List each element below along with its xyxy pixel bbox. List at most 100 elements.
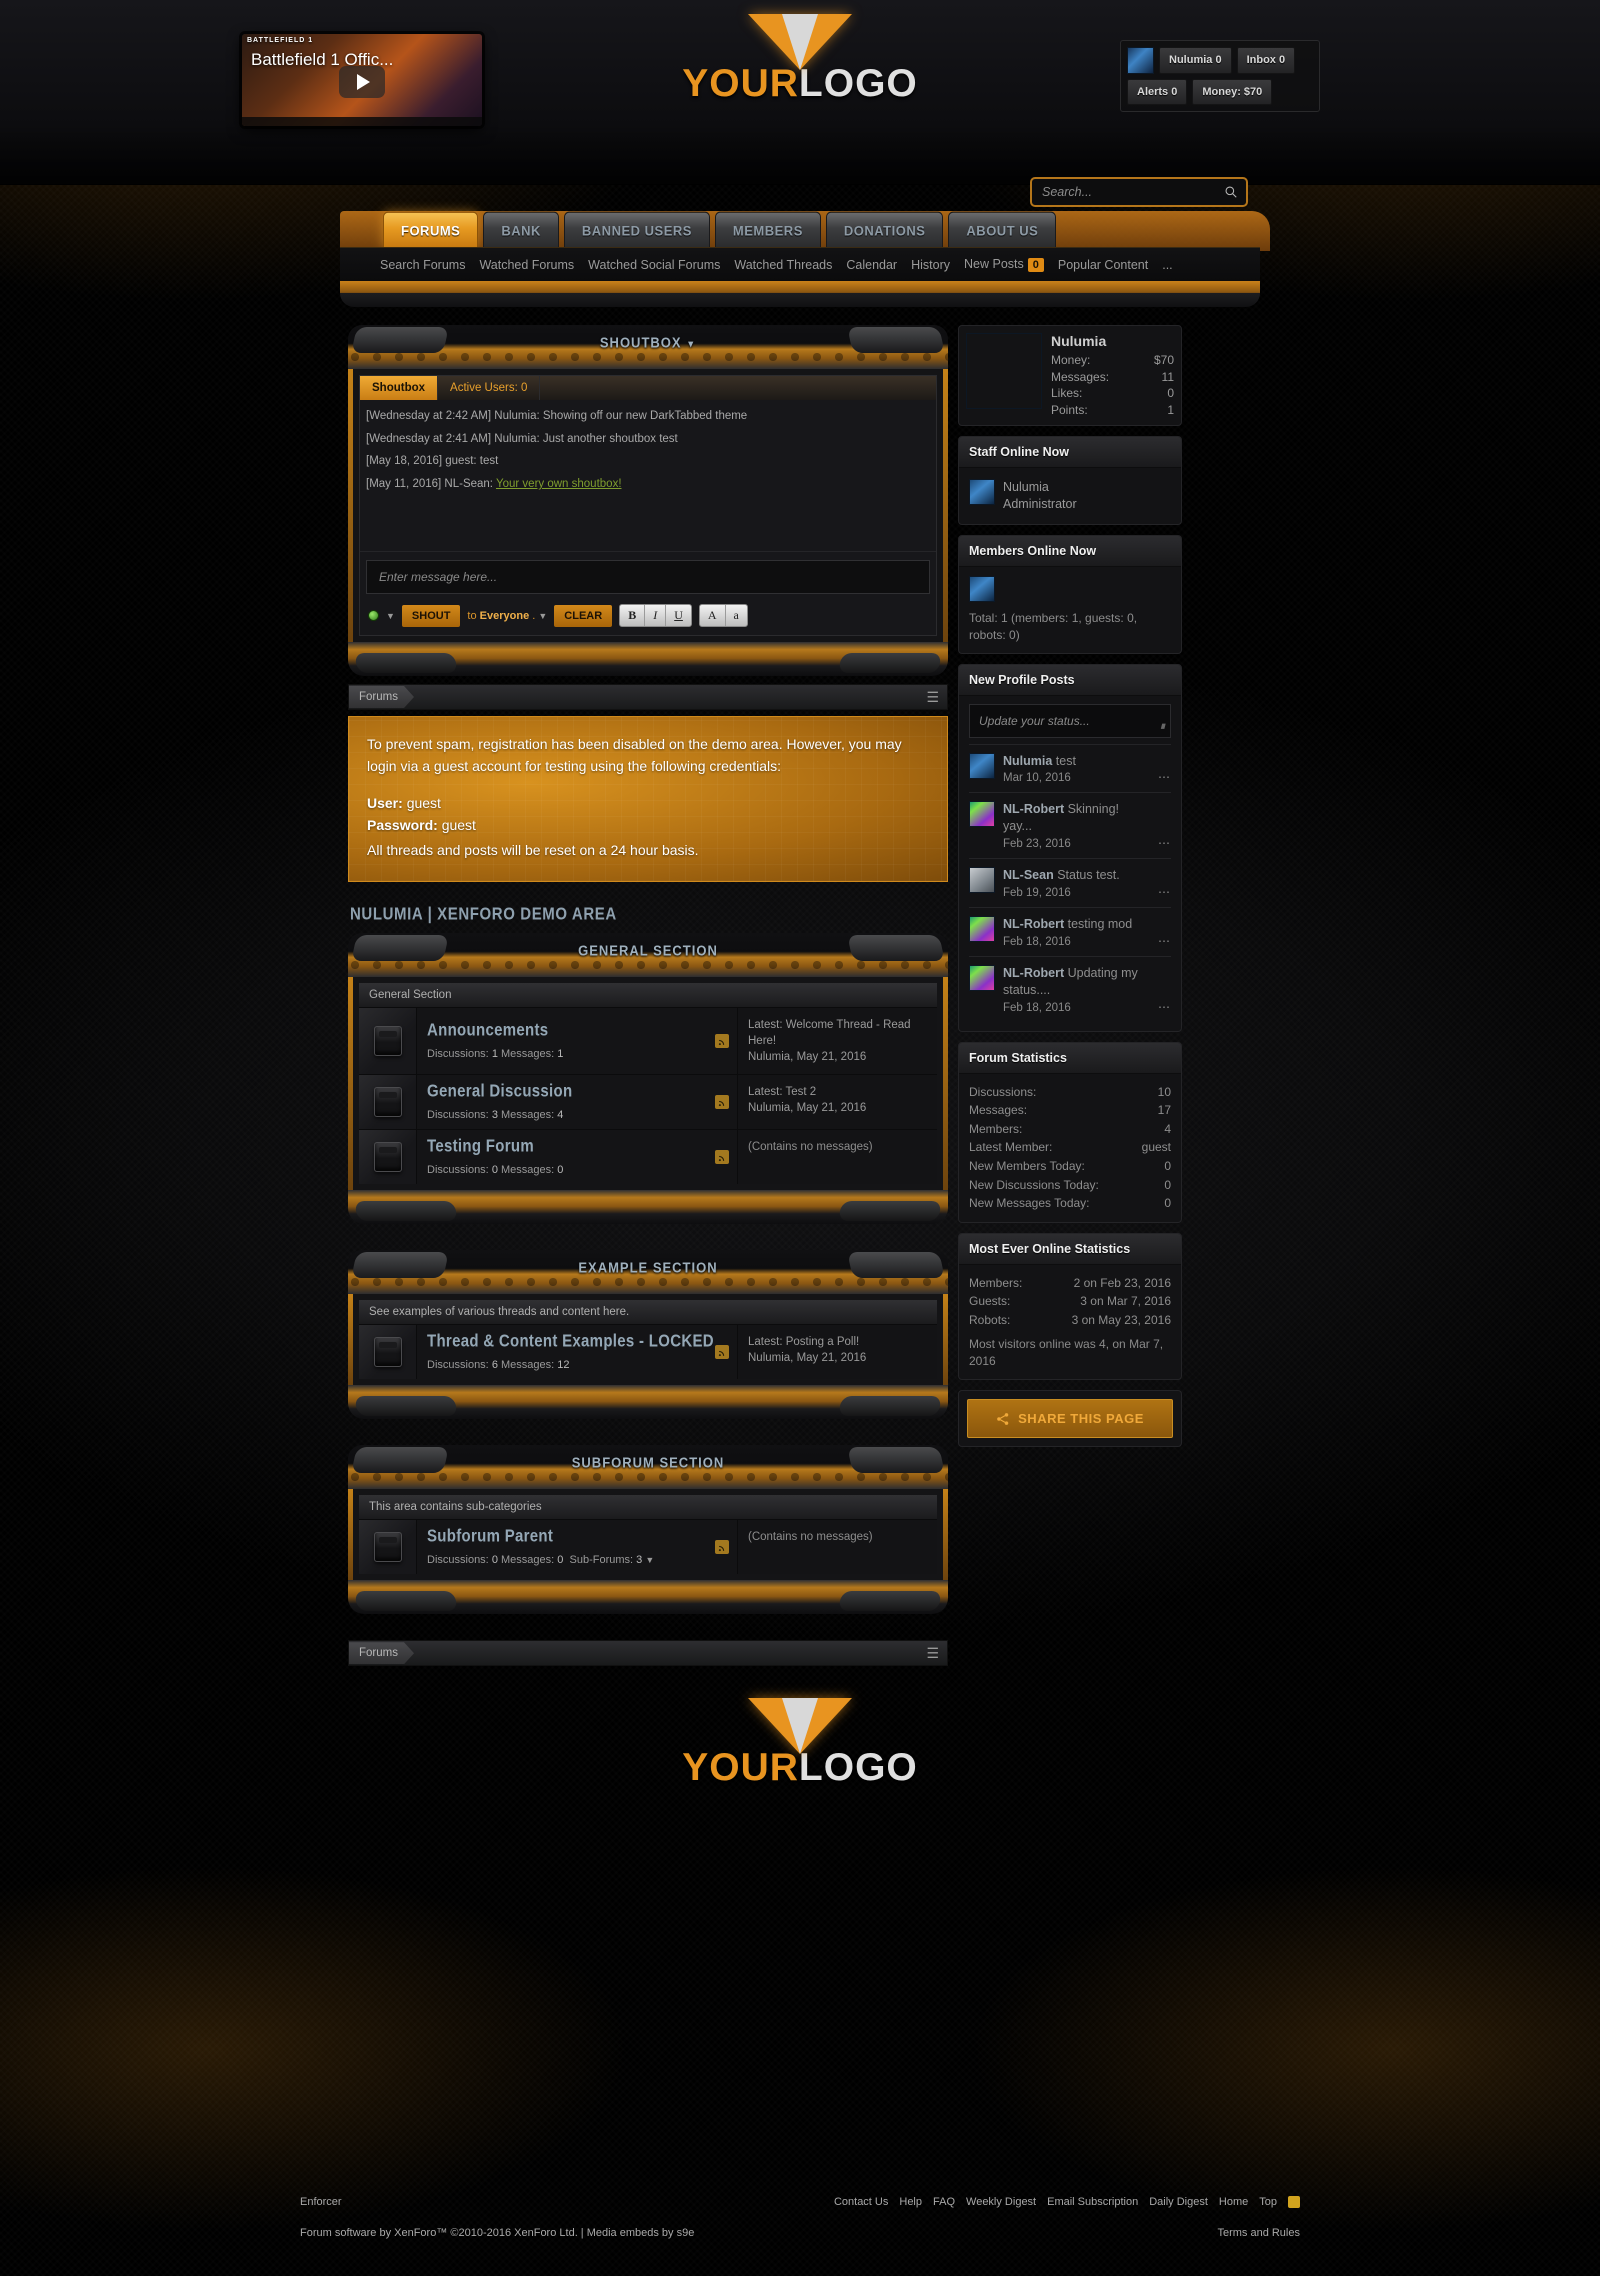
staff-member-row[interactable]: Nulumia Administrator [969,477,1171,515]
chevron-down-icon[interactable]: ▼ [686,338,696,350]
shoutbox-panel-title[interactable]: SHOUTBOX ▼ [600,325,696,351]
forum-title[interactable]: Testing Forum [427,1137,727,1157]
shoutbox-tab-1[interactable]: Active Users: 0 [438,376,541,400]
nav-tab-forums[interactable]: FORUMS [383,211,479,249]
breadcrumb-bottom-item-forums[interactable]: Forums [349,1642,414,1664]
avatar[interactable] [969,867,995,894]
forum-rss-button[interactable] [715,1540,729,1555]
subnav-item-watched-forums[interactable]: Watched Forums [479,258,574,272]
shoutbox-input[interactable] [377,569,919,585]
profile-post-more-icon[interactable]: ⋯ [1158,885,1171,899]
profile-post-user[interactable]: NL-Sean [1003,868,1054,882]
nav-tab-members[interactable]: MEMBERS [714,211,821,249]
subnav-item-new-posts[interactable]: New Posts 0 [964,257,1044,272]
footer-link-weekly-digest[interactable]: Weekly Digest [966,2196,1036,2208]
inbox-button[interactable]: Inbox 0 [1236,47,1296,74]
subnav-item-watched-social-forums[interactable]: Watched Social Forums [588,258,720,272]
profile-post-more-icon[interactable]: ⋯ [1158,836,1171,850]
shout-button[interactable]: SHOUT [401,604,461,627]
forum-title[interactable]: Announcements [427,1021,727,1041]
forum-title[interactable]: Thread & Content Examples - LOCKED [427,1332,727,1352]
profile-post-user[interactable]: NL-Robert [1003,917,1064,931]
share-this-page-button[interactable]: SHARE THIS PAGE [967,1399,1173,1439]
chevron-down-icon[interactable]: ▼ [645,1555,654,1565]
search-box[interactable] [1030,177,1248,207]
money-button[interactable]: Money: $70 [1192,79,1273,105]
clear-button[interactable]: CLEAR [554,604,613,627]
footer-link-email-subscription[interactable]: Email Subscription [1047,2196,1138,2208]
forum-title[interactable]: Subforum Parent [427,1527,727,1547]
avatar[interactable] [1127,47,1154,74]
footer-link-daily-digest[interactable]: Daily Digest [1149,2196,1208,2208]
shout-recipient[interactable]: to Everyone . ▼ [467,610,547,622]
subnav-item-watched-threads[interactable]: Watched Threads [734,258,832,272]
subnav-item-history[interactable]: History [911,258,950,272]
footer-link-faq[interactable]: FAQ [933,2196,955,2208]
forum-rss-button[interactable] [715,1034,729,1049]
search-icon[interactable] [1224,185,1238,199]
status-update-field[interactable]: Update your status... ▘ [969,703,1171,738]
avatar[interactable] [966,333,1042,409]
breadcrumb-menu-icon[interactable]: ☰ [926,689,947,706]
font-size-button[interactable]: a [726,605,747,626]
avatar[interactable] [969,479,995,506]
forum-last-title[interactable]: Test 2 [786,1086,817,1098]
search-input[interactable] [1040,184,1224,200]
italic-button[interactable]: I [645,605,667,626]
profile-post-more-icon[interactable]: ⋯ [1158,1000,1171,1014]
avatar[interactable] [969,916,995,943]
profile-post-user[interactable]: NL-Robert [1003,802,1064,816]
breadcrumb-bottom-menu-icon[interactable]: ☰ [926,1645,947,1662]
rss-icon[interactable] [1288,2196,1300,2208]
account-username-button[interactable]: Nulumia 0 [1159,47,1232,74]
forum-rss-button[interactable] [715,1150,729,1165]
shoutbox-tab-0[interactable]: Shoutbox [360,376,439,400]
forum-last-title[interactable]: Posting a Poll! [786,1336,860,1348]
bold-button[interactable]: B [620,605,646,626]
avatar[interactable] [969,801,995,828]
forum-title[interactable]: General Discussion [427,1082,727,1102]
footer-style-name[interactable]: Enforcer [300,2196,342,2208]
forum-rss-button[interactable] [715,1345,729,1360]
forum-rss-button[interactable] [715,1095,729,1110]
breadcrumb-item-forums[interactable]: Forums [349,686,414,708]
nav-tab-about-us[interactable]: ABOUT US [948,211,1057,249]
nav-tab-bank[interactable]: BANK [483,211,559,249]
staff-member-name[interactable]: Nulumia [1003,479,1077,496]
nav-tab-donations[interactable]: DONATIONS [825,211,944,249]
text-color-button[interactable]: A [700,605,726,626]
play-icon[interactable] [339,65,385,98]
footer-logo[interactable]: YOURLOGO [340,1672,1260,1790]
site-logo[interactable]: YOURLOGO [635,14,965,106]
subnav-item-popular-content[interactable]: Popular Content [1058,258,1148,272]
subnav-item-search-forums[interactable]: Search Forums [380,258,465,272]
avatar[interactable] [969,752,995,779]
nav-tab-banned-users[interactable]: BANNED USERS [563,211,710,249]
profile-post-more-icon[interactable]: ⋯ [1158,770,1171,784]
video-embed[interactable]: BATTLEFIELD 1 Battlefield 1 Offic... [242,34,482,126]
avatar[interactable] [969,575,995,602]
rss-icon[interactable] [718,1037,727,1046]
alerts-button[interactable]: Alerts 0 [1127,79,1188,105]
profile-post-user[interactable]: Nulumia [1003,754,1052,768]
subnav-item-[interactable]: ... [1162,258,1172,272]
video-progress-bar[interactable] [242,117,482,126]
status-dropdown-icon[interactable]: ▼ [386,611,395,621]
rss-icon[interactable] [718,1153,727,1162]
avatar[interactable] [969,964,995,991]
footer-link-home[interactable]: Home [1219,2196,1248,2208]
underline-button[interactable]: U [666,605,691,626]
subnav-item-calendar[interactable]: Calendar [846,258,897,272]
profile-post-user[interactable]: NL-Robert [1003,966,1064,980]
rss-icon[interactable] [718,1098,727,1107]
profile-post-more-icon[interactable]: ⋯ [1158,934,1171,948]
shoutbox-message-field[interactable] [366,560,930,594]
resize-grip-icon[interactable]: ▘ [1160,724,1167,735]
rss-icon[interactable] [718,1348,727,1357]
footer-link-top[interactable]: Top [1259,2196,1277,2208]
shoutbox-message-link[interactable]: Your very own shoutbox! [496,478,622,490]
footer-link-contact-us[interactable]: Contact Us [834,2196,888,2208]
footer-terms-link[interactable]: Terms and Rules [1217,2227,1300,2239]
footer-link-help[interactable]: Help [899,2196,922,2208]
recipient-dropdown-icon[interactable]: ▼ [538,611,547,621]
